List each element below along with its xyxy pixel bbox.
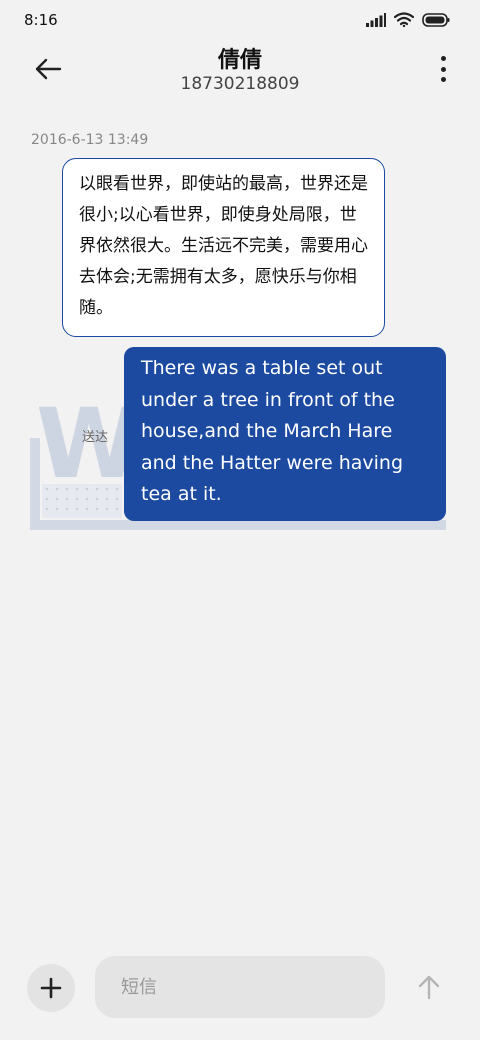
message-composer [0, 950, 480, 1030]
message-input[interactable] [95, 956, 385, 1018]
add-attachment-button[interactable] [27, 964, 75, 1012]
status-time: 8:16 [24, 11, 58, 29]
contact-name: 倩倩 [217, 48, 262, 73]
status-icons [366, 12, 450, 27]
more-vertical-icon [440, 56, 446, 61]
signal-icon [366, 12, 386, 27]
messaging-screen: 8:16 倩倩 18730218809 2016-6-13 13:49 以眼看世… [0, 0, 480, 1040]
arrow-up-icon [418, 975, 440, 1000]
received-message-bubble[interactable]: 以眼看世界，即使站的最高，世界还是很小;以心看世界，即使身处局限，世界依然很大。… [62, 158, 385, 337]
plus-icon [40, 977, 62, 999]
message-timestamp: 2016-6-13 13:49 [31, 132, 149, 148]
delivery-status: 送达 [82, 430, 109, 445]
send-button[interactable] [412, 970, 446, 1004]
battery-icon [422, 12, 450, 27]
conversation-header: 倩倩 18730218809 [0, 40, 480, 104]
status-bar: 8:16 [0, 0, 480, 40]
more-options-button[interactable] [438, 56, 448, 82]
wifi-icon [394, 12, 414, 27]
contact-number: 18730218809 [180, 74, 300, 94]
sent-message-bubble[interactable]: There was a table set out under a tree i… [124, 347, 446, 521]
